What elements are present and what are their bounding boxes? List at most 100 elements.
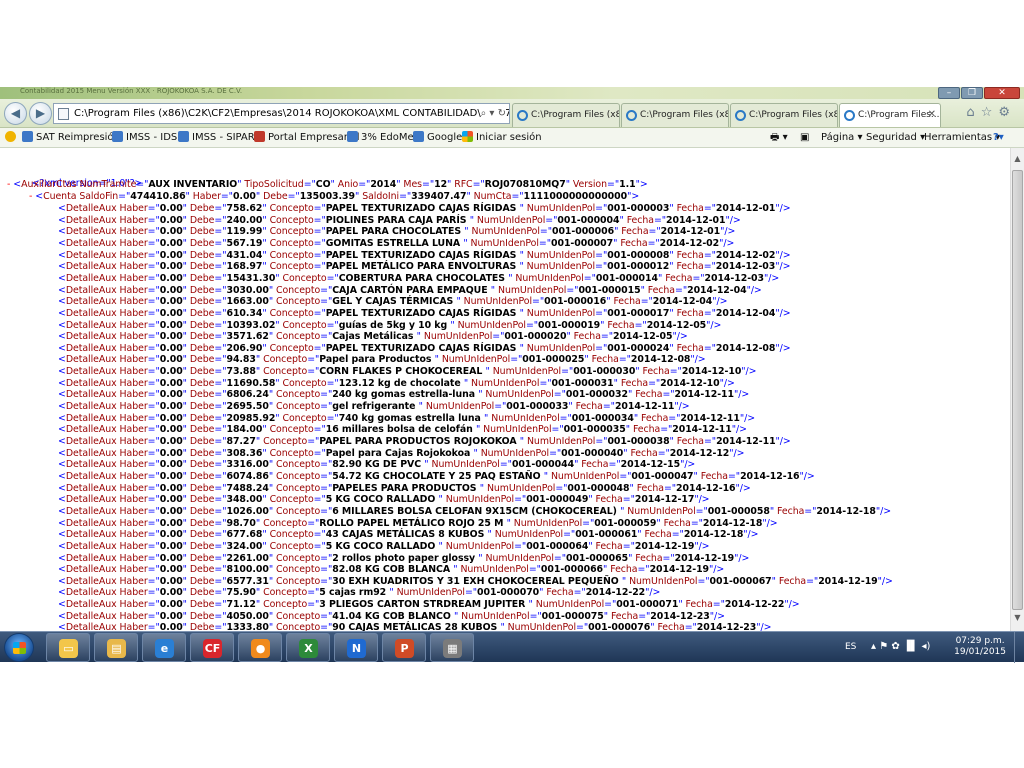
favorites-bar: SAT Reimpresión IMSS - IDSE IMSS - SIPAR… — [0, 128, 1024, 148]
address-tools[interactable]: ⌕ ▾ ↻ — [480, 104, 506, 123]
xml-detalle-row: <DetalleAux Haber="0.00" Debe="75.90" Co… — [58, 587, 661, 599]
address-text: C:\Program Files (x86)\C2K\CF2\Empresas\… — [74, 108, 509, 119]
xml-detalle-row: <DetalleAux Haber="0.00" Debe="1333.80" … — [58, 622, 772, 631]
tools-menu[interactable]: Herramientas ▾ — [924, 131, 1000, 145]
window-title-bar: Contabilidad 2015 Menu Versión XXX · ROJ… — [0, 87, 1024, 99]
favorite-link[interactable]: Iniciar sesión — [462, 131, 542, 145]
tab-label: C:\Program Files (x8... — [531, 110, 620, 120]
xml-detalle-row: <DetalleAux Haber="0.00" Debe="567.19" C… — [58, 237, 735, 249]
xml-detalle-row: <DetalleAux Haber="0.00" Debe="348.00" C… — [58, 494, 710, 506]
forward-arrow-icon[interactable]: ▶ — [29, 102, 52, 125]
system-tray: ES ▴ ⚑ ✿ ▐▌ ◂) 07:29 p.m. 19/01/2015 — [829, 632, 1024, 663]
xml-detalle-row: <DetalleAux Haber="0.00" Debe="2261.00" … — [58, 552, 750, 564]
xml-root-element[interactable]: - <AuxiliarCtas NumTramite="AUX INVENTAR… — [7, 179, 648, 190]
xml-detalle-row: <DetalleAux Haber="0.00" Debe="73.88" Co… — [58, 366, 757, 378]
xml-detalle-row: <DetalleAux Haber="0.00" Debe="610.34" C… — [58, 307, 791, 319]
taskbar-orange-app-button[interactable]: ● — [238, 633, 282, 662]
clock-time: 07:29 p.m. — [955, 636, 1005, 646]
navigation-bar: ◀ ▶ C:\Program Files (x86)\C2K\CF2\Empre… — [0, 99, 1024, 128]
favorite-link[interactable]: IMSS - SIPARE — [178, 131, 261, 145]
orange-app-icon: ● — [251, 639, 270, 658]
scroll-up-icon[interactable]: ▲ — [1011, 152, 1024, 166]
show-desktop-button[interactable] — [1014, 632, 1024, 663]
file-explorer-icon: ▤ — [107, 639, 126, 658]
browser-tab-active[interactable]: C:\Program Files... ✕ — [839, 103, 941, 127]
xml-detalle-row: <DetalleAux Haber="0.00" Debe="324.00" C… — [58, 540, 710, 552]
xml-detalle-row: <DetalleAux Haber="0.00" Debe="431.04" C… — [58, 249, 791, 261]
window-title: Contabilidad 2015 Menu Versión XXX · ROJ… — [20, 87, 243, 95]
browser-tab[interactable]: C:\Program Files (x8... — [512, 103, 620, 127]
windows-logo-icon — [13, 642, 26, 654]
scroll-down-icon[interactable]: ▼ — [1011, 611, 1024, 625]
favorite-link[interactable]: Google — [413, 131, 462, 145]
xml-detalle-row: <DetalleAux Haber="0.00" Debe="677.68" C… — [58, 529, 759, 541]
xml-cuenta-element[interactable]: - <Cuenta SaldoFin="474410.86" Haber="0.… — [29, 191, 639, 202]
window-controls: – ❐ ✕ — [938, 87, 1020, 99]
help-menu[interactable]: ?▾ — [993, 131, 1004, 145]
taskbar-show-windows-button[interactable]: ▭ — [46, 633, 90, 662]
scroll-thumb[interactable] — [1012, 170, 1023, 610]
favorite-link[interactable]: Portal Empresarial — [254, 131, 360, 145]
powerpoint-icon: P — [395, 639, 414, 658]
xml-detalle-row: <DetalleAux Haber="0.00" Debe="308.36" C… — [58, 447, 745, 459]
browser-right-icons: ⌂☆⚙ — [966, 105, 1016, 120]
xml-detalle-row: <DetalleAux Haber="0.00" Debe="206.90" C… — [58, 342, 791, 354]
close-window-button[interactable]: ✕ — [984, 87, 1020, 99]
safety-menu[interactable]: Seguridad ▾ — [866, 131, 925, 145]
xml-detalle-row: <DetalleAux Haber="0.00" Debe="6577.31" … — [58, 575, 893, 587]
xml-detalle-row: <DetalleAux Haber="0.00" Debe="7488.24" … — [58, 482, 751, 494]
page-menu[interactable]: Página ▾ — [821, 131, 863, 145]
favorite-link[interactable]: IMSS - IDSE — [112, 131, 184, 145]
xml-detalle-row: <DetalleAux Haber="0.00" Debe="98.70" Co… — [58, 517, 778, 529]
windows-logo-icon — [462, 131, 473, 142]
xml-detalle-row: <DetalleAux Haber="0.00" Debe="3030.00" … — [58, 284, 762, 296]
xml-document-view: <?xml version="1.0"?> - <AuxiliarCtas Nu… — [0, 148, 1010, 631]
start-button[interactable] — [4, 633, 34, 662]
address-bar[interactable]: C:\Program Files (x86)\C2K\CF2\Empresas\… — [53, 103, 510, 124]
taskbar-file-explorer-button[interactable]: ▤ — [94, 633, 138, 662]
tab-label: C:\Program Files (x8... — [640, 110, 729, 120]
ie-page-icon — [413, 131, 424, 142]
ie-icon — [735, 110, 746, 121]
minimize-button[interactable]: – — [938, 87, 960, 99]
ie-page-icon — [347, 131, 358, 142]
tab-close-icon[interactable]: ✕ — [928, 104, 936, 126]
gear-icon[interactable]: ⚙ — [998, 105, 1016, 120]
save-icon[interactable]: ▣ — [800, 131, 809, 145]
xml-detalle-row: <DetalleAux Haber="0.00" Debe="1663.00" … — [58, 296, 728, 308]
show-windows-icon: ▭ — [59, 639, 78, 658]
taskbar-excel-button[interactable]: X — [286, 633, 330, 662]
xml-detalle-row: <DetalleAux Haber="0.00" Debe="3571.62" … — [58, 331, 688, 343]
browser-tab[interactable]: C:\Program Files (x8... — [730, 103, 838, 127]
favorites-star-icon[interactable] — [5, 131, 19, 145]
home-icon[interactable]: ⌂ — [966, 105, 980, 120]
n-app-icon: N — [347, 639, 366, 658]
maximize-button[interactable]: ❐ — [961, 87, 983, 99]
xml-detalle-row: <DetalleAux Haber="0.00" Debe="94.83" Co… — [58, 354, 706, 366]
xml-detalle-row: <DetalleAux Haber="0.00" Debe="87.27" Co… — [58, 436, 791, 447]
print-icon[interactable]: 🖶 ▾ — [770, 131, 788, 145]
xml-detalle-row: <DetalleAux Haber="0.00" Debe="6074.86" … — [58, 470, 815, 482]
taskbar-powerpoint-button[interactable]: P — [382, 633, 426, 662]
xml-detalle-row: <DetalleAux Haber="0.00" Debe="11690.58"… — [58, 377, 735, 389]
clock[interactable]: 07:29 p.m. 19/01/2015 — [954, 636, 1006, 658]
xml-detalle-row: <DetalleAux Haber="0.00" Debe="168.97" C… — [58, 261, 791, 273]
tray-icons[interactable]: ▴ ⚑ ✿ ▐▌ ◂) — [871, 641, 930, 652]
xml-detalle-row: <DetalleAux Haber="0.00" Debe="15431.30"… — [58, 272, 780, 284]
page-icon — [58, 108, 69, 120]
browser-tab[interactable]: C:\Program Files (x8... — [621, 103, 729, 127]
taskbar-document-app-button[interactable]: ▦ — [430, 633, 474, 662]
xml-detalle-row: <DetalleAux Haber="0.00" Debe="10393.02"… — [58, 319, 722, 331]
taskbar-internet-explorer-button[interactable]: e — [142, 633, 186, 662]
back-arrow-icon[interactable]: ◀ — [4, 102, 27, 125]
favorite-link[interactable]: SAT Reimpresión — [22, 131, 120, 145]
favorite-link[interactable]: 3% EdoMex — [347, 131, 419, 145]
tab-label: C:\Program Files (x8... — [749, 110, 838, 120]
taskbar-cf-app-button[interactable]: CF — [190, 633, 234, 662]
taskbar-n-app-button[interactable]: N — [334, 633, 378, 662]
ie-page-icon — [22, 131, 33, 142]
favorites-star-icon[interactable]: ☆ — [981, 105, 999, 120]
xml-detalle-row: <DetalleAux Haber="0.00" Debe="119.99" C… — [58, 226, 736, 238]
vertical-scrollbar[interactable]: ▲ ▼ — [1010, 148, 1024, 631]
language-indicator[interactable]: ES — [845, 642, 856, 652]
